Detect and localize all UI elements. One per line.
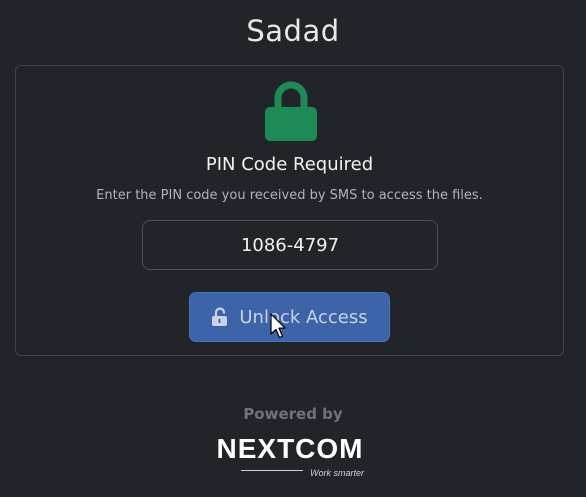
mouse-cursor-icon: [270, 313, 286, 339]
powered-by-label: Powered by: [243, 405, 343, 423]
lock-icon: [265, 81, 317, 141]
card-title: PIN Code Required: [205, 154, 374, 175]
pin-input[interactable]: [142, 220, 438, 270]
app-title: Sadad: [246, 14, 340, 48]
unlock-button-label: Unlock Access: [239, 306, 368, 328]
brand-name: NEXTCOM: [216, 433, 364, 464]
brand-tagline: Work smarter: [310, 468, 364, 478]
logo-underline: [241, 470, 303, 471]
pin-card: PIN Code Required Enter the PIN code you…: [15, 65, 564, 356]
card-subtitle: Enter the PIN code you received by SMS t…: [96, 188, 483, 203]
nextcom-logo: NEXTCOM Work smarter: [213, 433, 367, 483]
unlock-icon: [212, 307, 228, 326]
unlock-access-button[interactable]: Unlock Access: [189, 292, 390, 342]
